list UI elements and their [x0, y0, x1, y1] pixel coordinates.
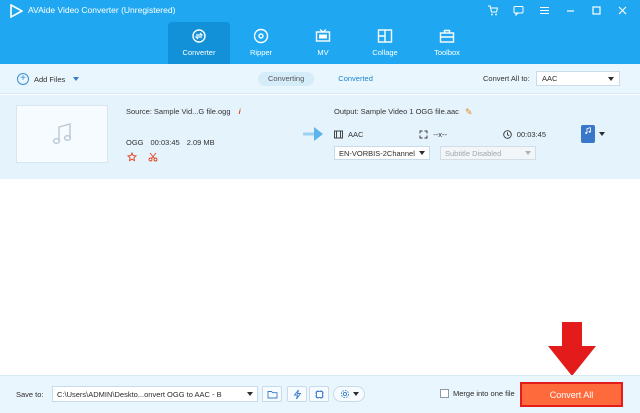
tab-collage[interactable]: Collage: [354, 22, 416, 64]
merge-option[interactable]: Merge into one file: [440, 389, 515, 398]
tab-converter-label: Converter: [182, 48, 216, 57]
convert-all-format-value: AAC: [542, 74, 558, 83]
tab-converted[interactable]: Converted: [328, 72, 383, 86]
title-bar: AVAide Video Converter (Unregistered) Co…: [0, 0, 640, 64]
output-label: Output: Sample Video 1 OGG file.aac: [334, 107, 459, 116]
app-title: AVAide Video Converter (Unregistered): [28, 5, 176, 15]
close-icon[interactable]: [616, 4, 628, 16]
star-icon[interactable]: [126, 151, 138, 165]
file-row: Source: Sample Vid...G file.ogg i OGG 00…: [0, 95, 640, 179]
output-format-chevron-icon[interactable]: [599, 132, 605, 136]
source-meta: OGG 00:03:45 2.09 MB: [126, 138, 215, 147]
output-filename: Output: Sample Video 1 OGG file.aac ✎: [334, 107, 472, 118]
tab-mv[interactable]: MV: [292, 22, 354, 64]
source-tools: [126, 151, 158, 165]
gear-icon: [340, 389, 349, 399]
info-icon[interactable]: i: [239, 107, 241, 116]
chevron-down-icon: [608, 76, 614, 81]
output-duration: 00:03:45: [516, 130, 546, 139]
chevron-down-icon[interactable]: [73, 77, 80, 81]
scissors-icon[interactable]: [148, 152, 158, 165]
hardware-accel-button[interactable]: [287, 386, 307, 402]
output-resolution-group: --x--: [419, 130, 447, 139]
conversion-arrow-icon: [303, 127, 323, 141]
tab-collage-label: Collage: [372, 48, 398, 57]
subtitle-select[interactable]: Subtitle Disabled: [440, 146, 536, 160]
merge-label: Merge into one file: [453, 389, 515, 398]
tab-ripper-label: Ripper: [249, 48, 273, 57]
tab-converting[interactable]: Converting: [258, 72, 315, 86]
app-logo-icon: [10, 4, 23, 18]
output-duration-group: 00:03:45: [503, 130, 546, 139]
plus-icon: +: [17, 73, 29, 85]
toolbar: + Add Files Converting Converted Convert…: [0, 64, 640, 94]
file-thumbnail[interactable]: [16, 105, 108, 163]
add-files-label: Add Files: [34, 74, 66, 84]
audio-track-value: EN-VORBIS-2Channel: [339, 148, 415, 158]
output-format: AAC: [348, 130, 364, 139]
menu-icon[interactable]: [538, 4, 550, 16]
window-controls: [486, 4, 628, 16]
tab-toolbox-label: Toolbox: [434, 48, 460, 57]
toolbox-icon: [439, 29, 455, 43]
lightning-icon: [293, 389, 301, 399]
source-size: 2.09 MB: [186, 138, 215, 147]
output-resolution: --x--: [433, 130, 447, 139]
save-path-value: C:\Users\ADMIN\Deskto...onvert OGG to AA…: [57, 389, 222, 399]
tab-converter[interactable]: Converter: [168, 22, 230, 64]
film-icon: [334, 130, 343, 139]
subtitle-value: Subtitle Disabled: [445, 148, 502, 158]
output-format-badge-icon[interactable]: [581, 125, 595, 143]
tab-toolbox[interactable]: Toolbox: [416, 22, 478, 64]
minimize-icon[interactable]: [564, 4, 576, 16]
main-nav: Converter Ripper MV Collage Toolbox: [168, 22, 478, 64]
chevron-down-icon: [247, 392, 253, 396]
chevron-down-icon: [419, 151, 425, 155]
source-label: Source: Sample Vid...G file.ogg: [126, 107, 231, 116]
chevron-down-icon: [525, 151, 531, 155]
tv-icon: [315, 29, 331, 42]
chip-icon: [314, 389, 324, 399]
source-duration: 00:03:45: [150, 138, 180, 147]
convert-all-format-select[interactable]: AAC: [536, 71, 620, 86]
cart-icon[interactable]: [486, 4, 498, 16]
save-path-select[interactable]: C:\Users\ADMIN\Deskto...onvert OGG to AA…: [52, 386, 258, 402]
folder-icon: [267, 390, 277, 398]
merge-checkbox[interactable]: [440, 389, 449, 398]
clock-icon: [503, 130, 512, 139]
collage-icon: [377, 29, 393, 43]
status-tabs: Converting Converted: [258, 72, 383, 86]
disc-icon: [253, 28, 269, 44]
highlight-arrow-icon: [548, 322, 596, 376]
resize-icon: [419, 130, 428, 139]
output-meta: AAC --x-- 00:03:45: [334, 130, 546, 139]
edit-icon[interactable]: ✎: [465, 107, 473, 118]
output-format-group: AAC: [334, 130, 363, 139]
music-note-icon: [52, 123, 72, 145]
maximize-icon[interactable]: [590, 4, 602, 16]
gpu-accel-button[interactable]: [309, 386, 329, 402]
chat-icon[interactable]: [512, 4, 524, 16]
open-folder-button[interactable]: [262, 386, 282, 402]
audio-track-select[interactable]: EN-VORBIS-2Channel: [334, 146, 430, 160]
chevron-down-icon: [352, 392, 359, 396]
add-files-button[interactable]: + Add Files: [17, 73, 80, 85]
settings-button[interactable]: [333, 386, 365, 402]
converter-icon: [192, 29, 206, 43]
convert-all-to-label: Convert All to:: [483, 74, 530, 83]
tab-ripper[interactable]: Ripper: [230, 22, 292, 64]
source-format: OGG: [126, 138, 144, 147]
tab-mv-label: MV: [317, 48, 329, 57]
source-filename: Source: Sample Vid...G file.ogg i: [126, 107, 241, 116]
save-to-label: Save to:: [16, 390, 44, 399]
convert-all-button[interactable]: Convert All: [520, 382, 623, 407]
bottom-bar: Save to: C:\Users\ADMIN\Deskto...onvert …: [0, 375, 640, 413]
